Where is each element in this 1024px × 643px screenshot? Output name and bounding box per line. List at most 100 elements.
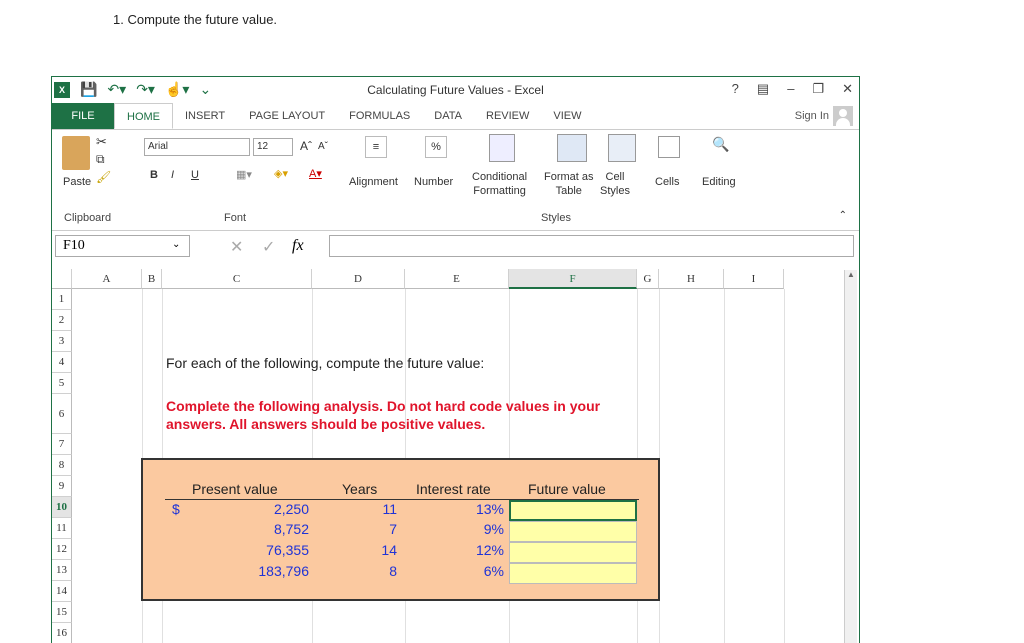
- enter-icon[interactable]: ✓: [262, 237, 275, 257]
- borders-icon[interactable]: ▦▾: [236, 168, 252, 181]
- italic-button[interactable]: I: [171, 169, 174, 181]
- formula-input[interactable]: [329, 235, 854, 257]
- header-present-value: Present value: [192, 481, 278, 497]
- column-header[interactable]: H: [659, 269, 724, 289]
- present-value-cell[interactable]: 2,250: [274, 501, 309, 517]
- editing-button[interactable]: Editing: [702, 176, 736, 188]
- name-box-dropdown-icon[interactable]: ⌄: [172, 239, 180, 250]
- ribbon-display-icon[interactable]: ▤: [757, 81, 769, 97]
- column-header[interactable]: A: [72, 269, 142, 289]
- cancel-icon[interactable]: ✕: [230, 237, 243, 257]
- tab-insert[interactable]: INSERT: [173, 103, 237, 129]
- row-header[interactable]: 14: [52, 581, 72, 602]
- rate-cell[interactable]: 13%: [476, 501, 504, 517]
- years-cell[interactable]: 14: [381, 542, 397, 558]
- conditional-formatting-button[interactable]: Conditional Formatting: [472, 170, 527, 198]
- fill-color-icon[interactable]: ◈▾: [274, 167, 288, 180]
- font-color-icon[interactable]: A▾: [309, 167, 322, 180]
- row-header[interactable]: 1: [52, 289, 72, 310]
- cells-icon[interactable]: [658, 136, 680, 158]
- minimize-icon[interactable]: –: [787, 81, 794, 97]
- row-header[interactable]: 3: [52, 331, 72, 352]
- help-button[interactable]: ?: [732, 81, 739, 97]
- row-header[interactable]: 6: [52, 394, 72, 434]
- tab-data[interactable]: DATA: [422, 103, 474, 129]
- column-header-selected[interactable]: F: [509, 269, 637, 289]
- row-header[interactable]: 5: [52, 373, 72, 394]
- rate-cell[interactable]: 6%: [484, 563, 504, 579]
- years-cell[interactable]: 11: [382, 501, 397, 517]
- restore-icon[interactable]: ❐: [812, 81, 824, 97]
- column-header[interactable]: E: [405, 269, 509, 289]
- future-value-cell[interactable]: [509, 563, 637, 584]
- format-as-table-button[interactable]: Format as Table: [544, 170, 594, 198]
- row-header[interactable]: 2: [52, 310, 72, 331]
- title-bar: X 💾 ↶▾ ↷▾ ☝▾ ⌄ Calculating Future Values…: [52, 77, 859, 103]
- rate-cell[interactable]: 12%: [476, 542, 504, 558]
- row-header[interactable]: 9: [52, 476, 72, 497]
- cut-icon[interactable]: ✂: [96, 134, 107, 150]
- font-name-select[interactable]: Arial: [144, 138, 250, 156]
- rate-cell[interactable]: 9%: [484, 521, 504, 537]
- font-size-select[interactable]: 12: [253, 138, 293, 156]
- font-grow-icon[interactable]: Aˆ: [300, 139, 312, 153]
- future-value-cell[interactable]: [509, 542, 637, 563]
- row-header[interactable]: 13: [52, 560, 72, 581]
- insert-function-button[interactable]: fx: [292, 237, 304, 255]
- alignment-icon[interactable]: ≡: [365, 136, 387, 158]
- percent-icon[interactable]: %: [425, 136, 447, 158]
- row-header[interactable]: 7: [52, 434, 72, 455]
- number-button[interactable]: Number: [414, 176, 453, 188]
- cell-styles-button[interactable]: Cell Styles: [600, 170, 630, 198]
- alignment-button[interactable]: Alignment: [349, 176, 398, 188]
- select-all-button[interactable]: [52, 269, 72, 289]
- row-header[interactable]: 4: [52, 352, 72, 373]
- column-header[interactable]: I: [724, 269, 784, 289]
- column-header[interactable]: G: [637, 269, 659, 289]
- font-shrink-icon[interactable]: Aˇ: [318, 141, 328, 152]
- tab-review[interactable]: REVIEW: [474, 103, 541, 129]
- name-box[interactable]: F10: [55, 235, 190, 257]
- present-value-cell[interactable]: 183,796: [258, 563, 309, 579]
- present-value-cell[interactable]: 76,355: [266, 542, 309, 558]
- future-value-cell[interactable]: [509, 521, 637, 542]
- cells-button[interactable]: Cells: [655, 176, 679, 188]
- bold-button[interactable]: B: [150, 169, 158, 181]
- underline-button[interactable]: U: [191, 169, 199, 181]
- row-header[interactable]: 15: [52, 602, 72, 623]
- paste-button[interactable]: Paste: [63, 176, 91, 188]
- future-value-cell-selected[interactable]: [509, 500, 637, 521]
- collapse-ribbon-icon[interactable]: ⌃: [839, 210, 847, 221]
- copy-icon[interactable]: ⧉: [96, 152, 105, 167]
- row-header-selected[interactable]: 10: [52, 497, 72, 518]
- years-cell[interactable]: 7: [389, 521, 397, 537]
- tab-file[interactable]: FILE: [52, 103, 114, 129]
- tab-view[interactable]: VIEW: [541, 103, 593, 129]
- vertical-scrollbar[interactable]: ▲: [844, 270, 857, 643]
- tab-home[interactable]: HOME: [114, 103, 173, 129]
- row-header[interactable]: 16: [52, 623, 72, 643]
- avatar[interactable]: [833, 106, 853, 126]
- ribbon-tabs: FILE HOME INSERT PAGE LAYOUT FORMULAS DA…: [52, 103, 859, 129]
- format-painter-icon[interactable]: 🖌: [96, 170, 111, 184]
- formula-bar: F10 ⌄ ✕ ✓ fx: [52, 235, 859, 265]
- analysis-box: Present value Years Interest rate Future…: [141, 458, 660, 601]
- column-header[interactable]: B: [142, 269, 162, 289]
- row-header[interactable]: 8: [52, 455, 72, 476]
- sign-in-link[interactable]: Sign In: [795, 110, 829, 122]
- column-header[interactable]: D: [312, 269, 405, 289]
- present-value-cell[interactable]: 8,752: [274, 521, 309, 537]
- row-header[interactable]: 11: [52, 518, 72, 539]
- conditional-formatting-icon[interactable]: [489, 134, 515, 162]
- tab-page-layout[interactable]: PAGE LAYOUT: [237, 103, 337, 129]
- column-header[interactable]: C: [162, 269, 312, 289]
- years-cell[interactable]: 8: [389, 563, 397, 579]
- paste-icon[interactable]: [62, 136, 90, 170]
- scroll-up-icon[interactable]: ▲: [845, 270, 857, 279]
- format-as-table-icon[interactable]: [557, 134, 587, 162]
- tab-formulas[interactable]: FORMULAS: [337, 103, 422, 129]
- cell-styles-icon[interactable]: [608, 134, 636, 162]
- find-icon[interactable]: 🔍: [712, 136, 729, 153]
- row-header[interactable]: 12: [52, 539, 72, 560]
- close-icon[interactable]: ✕: [842, 81, 853, 97]
